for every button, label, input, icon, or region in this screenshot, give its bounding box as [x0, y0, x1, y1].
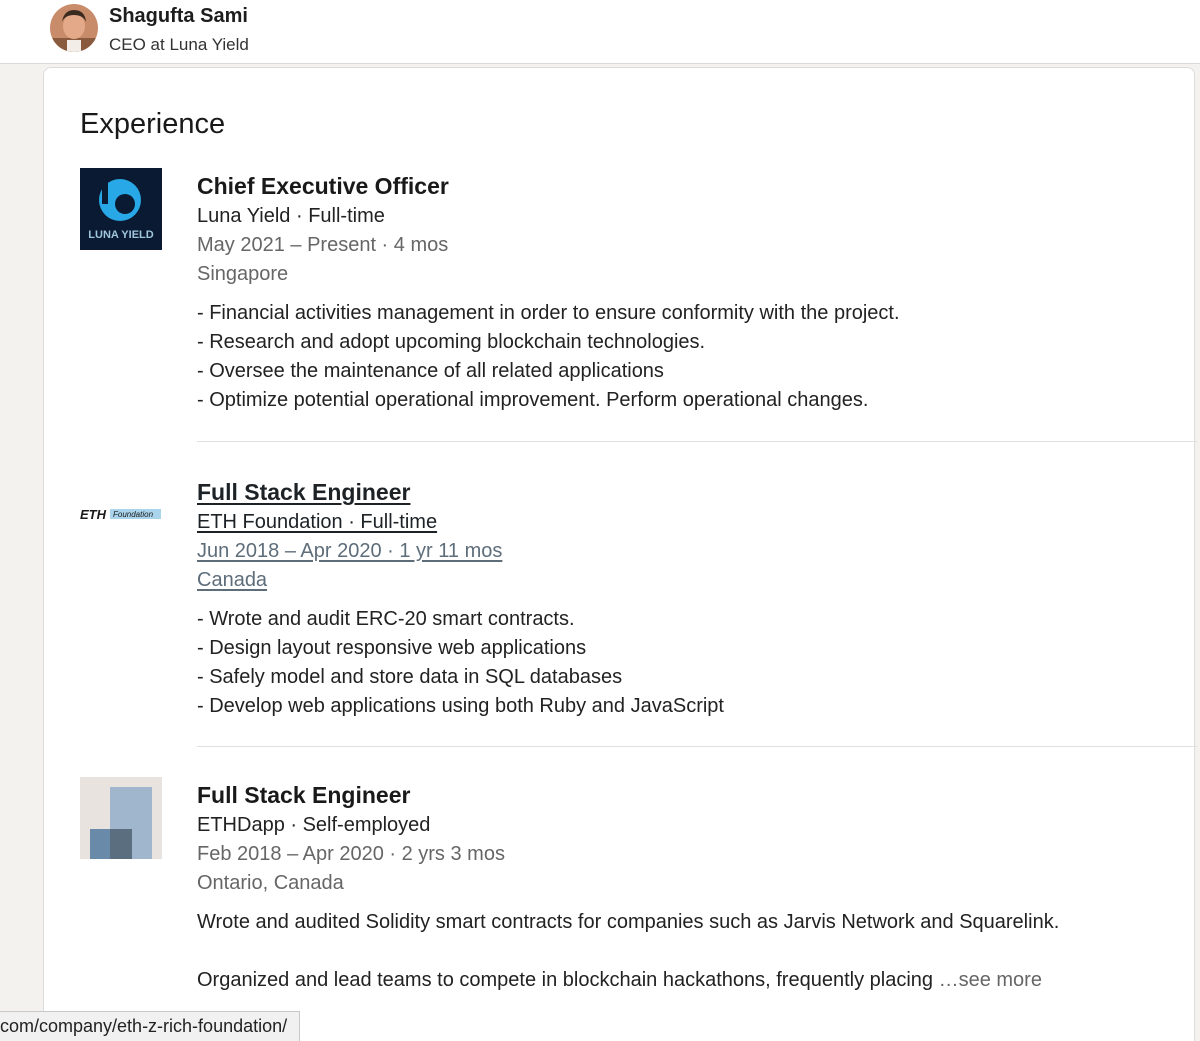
date-range: May 2021 – Present · 4 mos [197, 234, 449, 256]
luna-yield-logo[interactable]: LUNA YIELD [80, 168, 162, 250]
divider [197, 746, 1197, 747]
date-range: Feb 2018 – Apr 2020 · 2 yrs 3 mos [197, 843, 505, 865]
description-line: - Safely model and store data in SQL dat… [197, 666, 623, 688]
company-line: Luna Yield · Full-time [197, 205, 385, 227]
experience-card: Experience LUNA YIELD Chief Executive Of… [43, 67, 1197, 1041]
location: Ontario, Canada [197, 872, 344, 894]
role-title: Full Stack Engineer [197, 782, 411, 808]
company-line-link[interactable]: ETH Foundation · Full-time [197, 508, 1157, 537]
role-title: Chief Executive Officer [197, 173, 449, 199]
eth-logo-subtext: Foundation [113, 510, 154, 519]
see-more-link[interactable]: …see more [939, 969, 1042, 991]
section-title: Experience [80, 108, 226, 140]
status-bar-url: com/company/eth-z-rich-foundation/ [0, 1011, 301, 1041]
description-paragraph: Organized and lead teams to compete in b… [197, 966, 1157, 995]
eth-logo-text: ETH [80, 507, 107, 522]
location-link[interactable]: Canada [197, 566, 1157, 595]
description-line: - Wrote and audit ERC-20 smart contracts… [197, 608, 575, 630]
luna-logo-text: LUNA YIELD [88, 229, 153, 241]
description-line: - Design layout responsive web applicati… [197, 637, 587, 659]
profile-header: Shagufta Sami CEO at Luna Yield [0, 0, 1200, 64]
profile-headline: CEO at Luna Yield [109, 35, 249, 54]
description-line: - Research and adopt upcoming blockchain… [197, 331, 706, 353]
description: Wrote and audited Solidity smart contrac… [197, 908, 1157, 995]
description: - Wrote and audit ERC-20 smart contracts… [197, 605, 1157, 721]
description-paragraph-text: Organized and lead teams to compete in b… [197, 969, 934, 991]
location: Singapore [197, 263, 289, 285]
eth-foundation-logo[interactable]: ETH Foundation [80, 474, 162, 556]
description: - Financial activities management in ord… [197, 299, 1157, 415]
ethdapp-logo[interactable] [80, 777, 162, 859]
role-title-link[interactable]: Full Stack Engineer [197, 476, 1157, 508]
date-range-link[interactable]: Jun 2018 – Apr 2020 · 1 yr 11 mos [197, 537, 1157, 566]
description-line: - Optimize potential operational improve… [197, 389, 869, 411]
description-line: - Develop web applications using both Ru… [197, 695, 724, 717]
avatar[interactable] [50, 4, 98, 52]
divider [197, 441, 1197, 442]
description-paragraph: Wrote and audited Solidity smart contrac… [197, 911, 1060, 933]
profile-name[interactable]: Shagufta Sami [109, 5, 248, 28]
description-line: - Oversee the maintenance of all related… [197, 360, 664, 382]
description-line: - Financial activities management in ord… [197, 302, 900, 324]
company-line: ETHDapp · Self-employed [197, 814, 431, 836]
